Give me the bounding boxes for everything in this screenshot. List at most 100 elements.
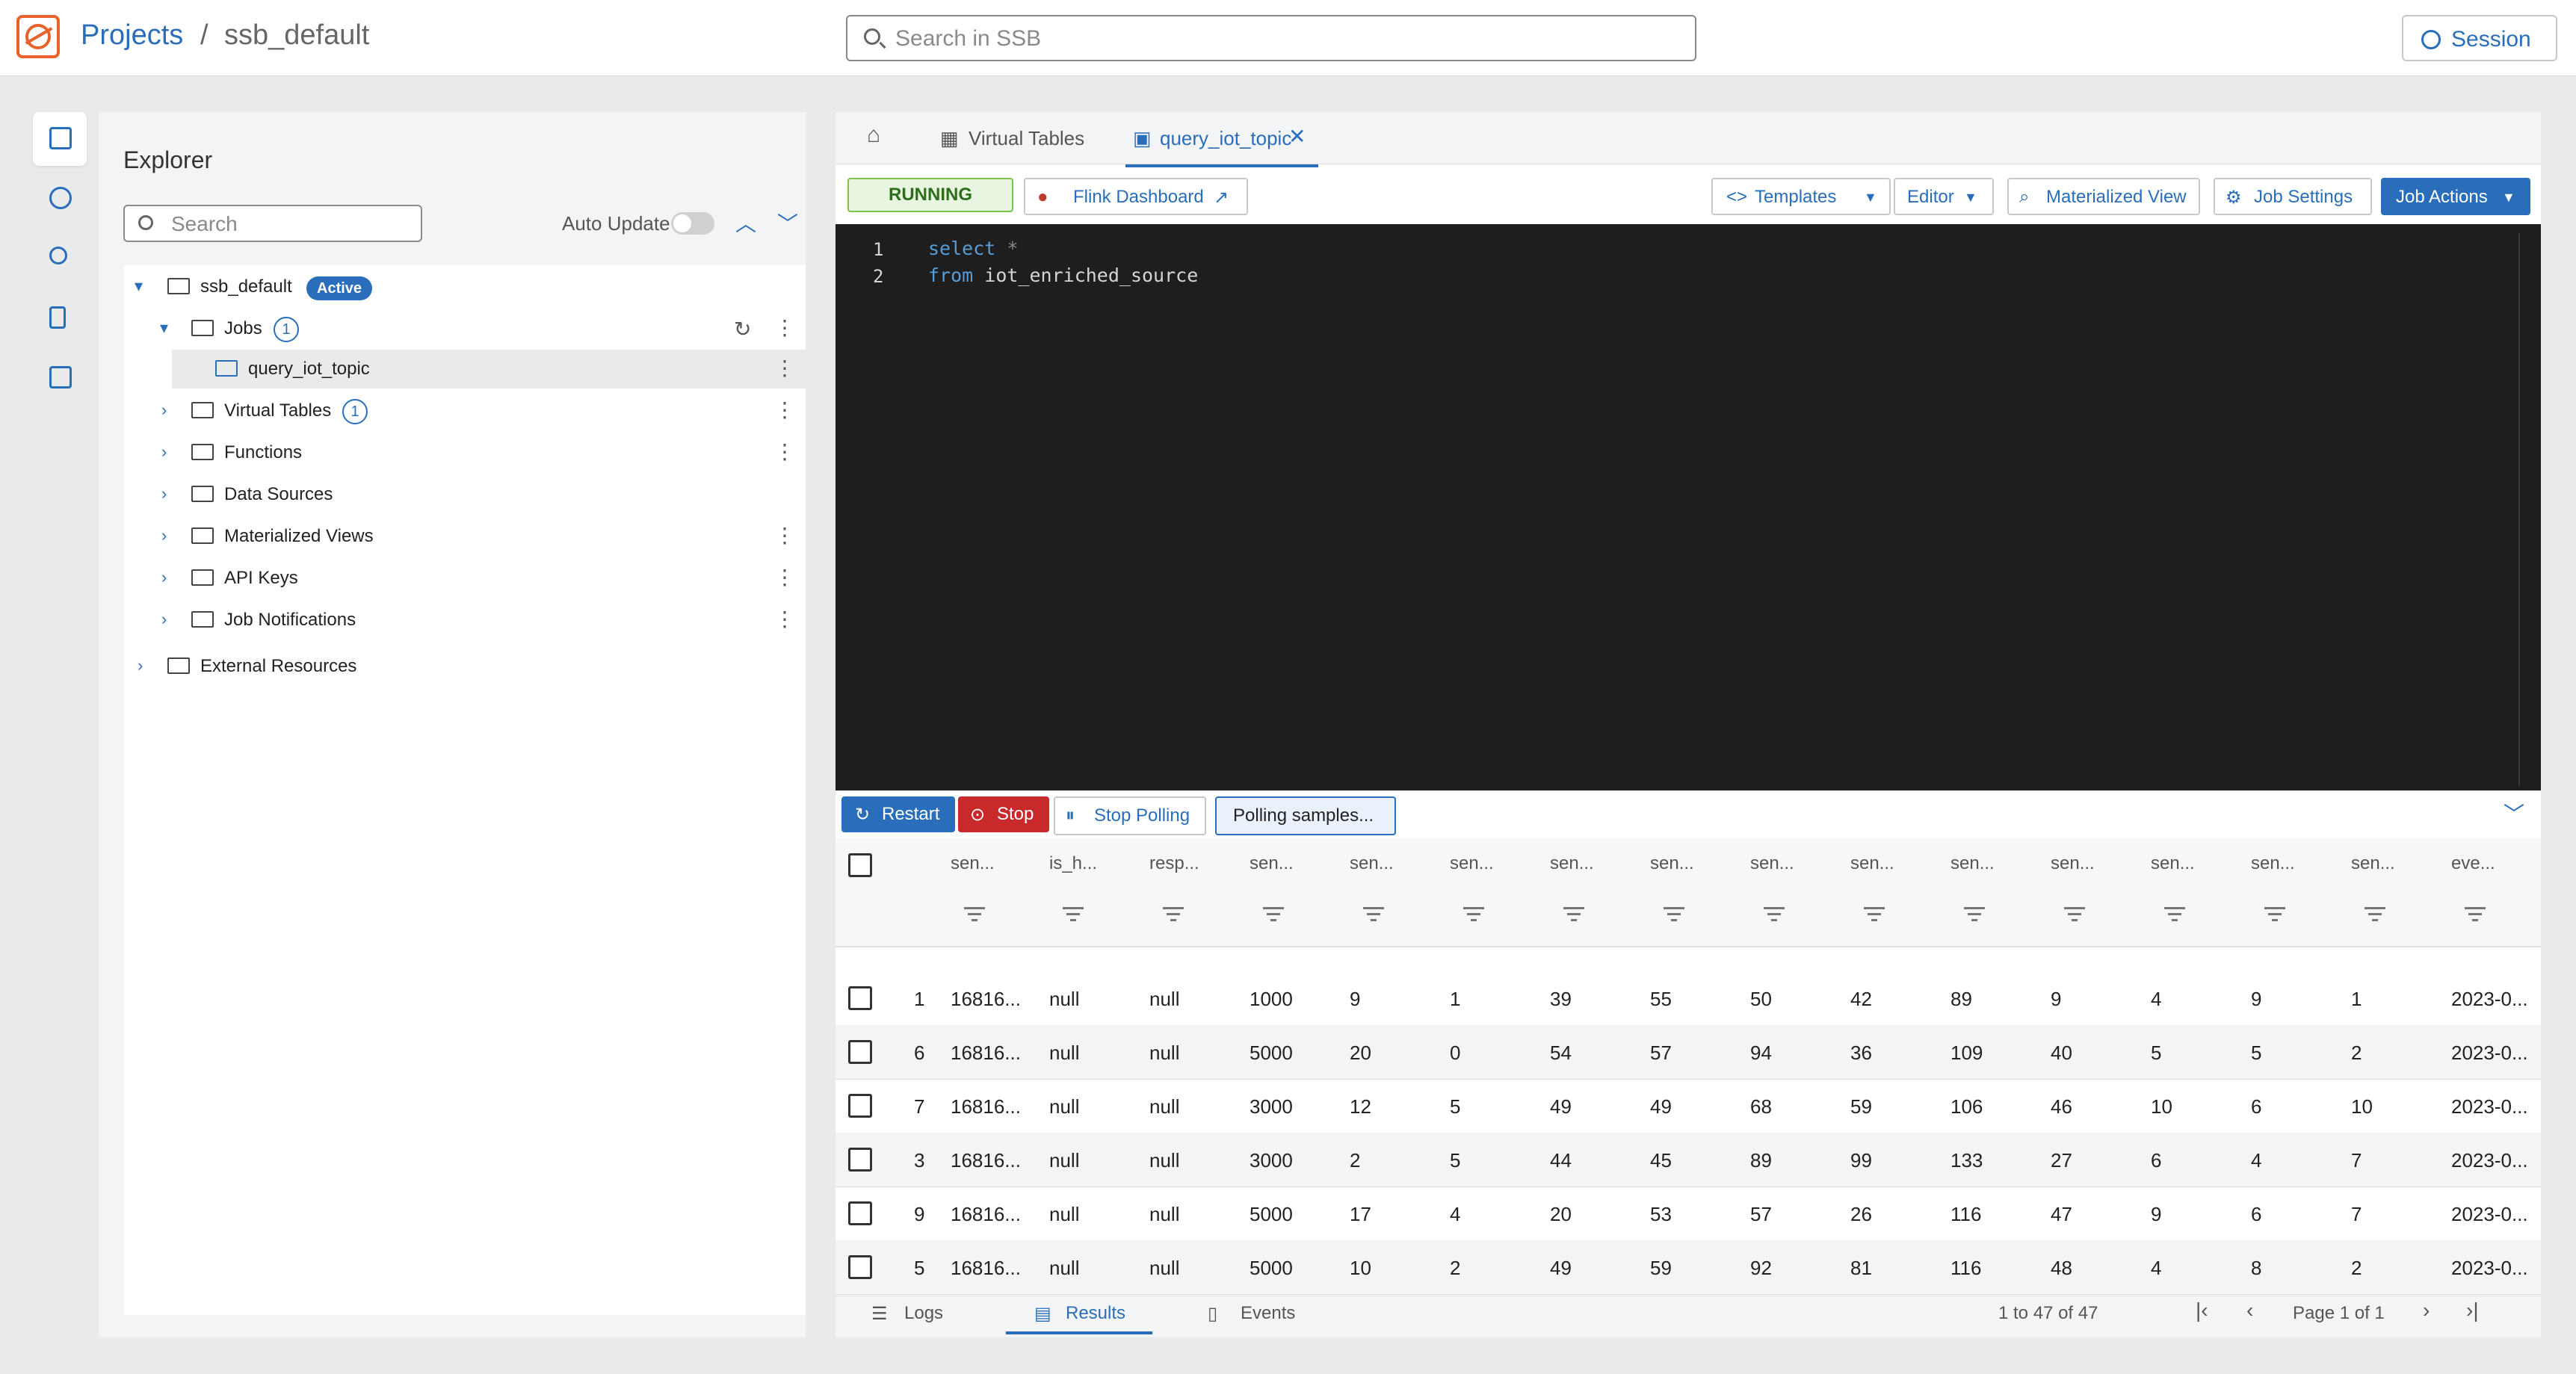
row-checkbox[interactable] bbox=[848, 1148, 872, 1172]
more-options-icon[interactable]: ⋮ bbox=[774, 523, 795, 548]
tree-item-job-notifications[interactable]: › Job Notifications ⋮ bbox=[124, 601, 806, 640]
more-options-icon[interactable]: ⋮ bbox=[774, 315, 795, 340]
column-header[interactable]: sen... bbox=[2051, 853, 2095, 874]
tree-item-jobs[interactable]: ▾ Jobs 1 ↻ ⋮ bbox=[124, 309, 806, 348]
next-page-icon[interactable]: › bbox=[2423, 1299, 2430, 1322]
column-header[interactable]: resp... bbox=[1149, 853, 1199, 874]
filter-icon[interactable] bbox=[964, 907, 985, 923]
tree-item-api-keys[interactable]: › API Keys ⋮ bbox=[124, 559, 806, 598]
explorer-search-input[interactable] bbox=[170, 211, 412, 238]
users-nav-button[interactable] bbox=[33, 232, 87, 285]
filter-icon[interactable] bbox=[1063, 907, 1084, 923]
tree-item-virtual-tables[interactable]: › Virtual Tables 1 ⋮ bbox=[124, 392, 806, 430]
auto-update-toggle[interactable] bbox=[671, 212, 714, 235]
filter-icon[interactable] bbox=[1163, 907, 1184, 923]
row-checkbox[interactable] bbox=[848, 1255, 872, 1279]
column-header[interactable]: sen... bbox=[1350, 853, 1394, 874]
explorer-search[interactable] bbox=[123, 205, 422, 242]
column-header[interactable]: sen... bbox=[1950, 853, 1995, 874]
column-header[interactable]: sen... bbox=[2351, 853, 2395, 874]
filter-icon[interactable] bbox=[2064, 907, 2085, 923]
tab-query-iot-topic[interactable]: ▣ query_iot_topic ✕ bbox=[1125, 112, 1318, 167]
chevron-right-icon[interactable]: › bbox=[161, 400, 167, 420]
templates-button[interactable]: <> Templates ▼ bbox=[1711, 178, 1891, 215]
job-actions-button[interactable]: Job Actions ▼ bbox=[2381, 178, 2530, 215]
filter-icon[interactable] bbox=[1964, 907, 1985, 923]
filter-icon[interactable] bbox=[1664, 907, 1684, 923]
restart-button[interactable]: ↻ Restart bbox=[841, 796, 955, 832]
flink-dashboard-button[interactable]: ● Flink Dashboard ↗ bbox=[1024, 178, 1248, 215]
row-checkbox[interactable] bbox=[848, 1040, 872, 1064]
chevron-up-icon[interactable]: ︿ bbox=[735, 208, 756, 238]
chevron-right-icon[interactable]: › bbox=[161, 442, 167, 462]
tab-events[interactable]: Events bbox=[1241, 1303, 1295, 1324]
filter-icon[interactable] bbox=[1864, 907, 1885, 923]
column-header[interactable]: sen... bbox=[2151, 853, 2195, 874]
stop-polling-button[interactable]: ⏸ Stop Polling bbox=[1054, 796, 1206, 835]
table-row[interactable] bbox=[835, 971, 2541, 1026]
tree-item-job[interactable]: query_iot_topic ⋮ bbox=[172, 350, 806, 389]
more-options-icon[interactable]: ⋮ bbox=[774, 397, 795, 422]
chevron-down-icon[interactable]: ﹀ bbox=[777, 208, 798, 238]
table-row[interactable] bbox=[835, 1079, 2541, 1133]
tab-home[interactable]: ⌂ bbox=[852, 112, 904, 164]
materialized-view-button[interactable]: ⌕ Materialized View bbox=[2007, 178, 2200, 215]
tree-item-functions[interactable]: › Functions ⋮ bbox=[124, 433, 806, 472]
column-header[interactable]: eve... bbox=[2451, 853, 2495, 874]
more-options-icon[interactable]: ⋮ bbox=[774, 439, 795, 464]
stop-button[interactable]: ⊙ Stop bbox=[958, 796, 1049, 832]
filter-icon[interactable] bbox=[2465, 907, 2486, 923]
session-button[interactable]: Session bbox=[2402, 15, 2557, 61]
global-search[interactable] bbox=[846, 15, 1696, 61]
tab-results[interactable]: Results bbox=[1066, 1303, 1125, 1324]
column-header[interactable]: sen... bbox=[1450, 853, 1494, 874]
filter-icon[interactable] bbox=[1764, 907, 1785, 923]
chevron-right-icon[interactable]: › bbox=[161, 568, 167, 587]
column-header[interactable]: sen... bbox=[1250, 853, 1294, 874]
column-header[interactable]: sen... bbox=[1750, 853, 1794, 874]
filter-icon[interactable] bbox=[2264, 907, 2285, 923]
breadcrumb-projects[interactable]: Projects bbox=[81, 19, 183, 52]
refresh-icon[interactable]: ↻ bbox=[734, 317, 751, 341]
tree-item-external-resources[interactable]: › External Resources bbox=[124, 647, 806, 686]
chevron-down-icon[interactable]: ▾ bbox=[160, 318, 168, 338]
row-checkbox[interactable] bbox=[848, 986, 872, 1010]
editor-scrollbar[interactable] bbox=[2518, 233, 2520, 786]
more-options-icon[interactable]: ⋮ bbox=[774, 607, 795, 631]
column-header[interactable]: sen... bbox=[1650, 853, 1694, 874]
filter-icon[interactable] bbox=[2164, 907, 2185, 923]
table-row[interactable] bbox=[835, 1186, 2541, 1241]
explorer-nav-button[interactable] bbox=[33, 112, 87, 166]
more-options-icon[interactable]: ⋮ bbox=[774, 356, 795, 380]
filter-icon[interactable] bbox=[2365, 907, 2385, 923]
tab-logs[interactable]: Logs bbox=[904, 1303, 943, 1324]
job-settings-button[interactable]: ⚙ Job Settings bbox=[2214, 178, 2372, 215]
column-header[interactable]: sen... bbox=[2251, 853, 2295, 874]
sql-editor[interactable] bbox=[835, 224, 2541, 790]
filter-icon[interactable] bbox=[1463, 907, 1484, 923]
filter-icon[interactable] bbox=[1263, 907, 1284, 923]
tab-virtual-tables[interactable]: ▦ Virtual Tables bbox=[927, 112, 1106, 164]
collapse-results-icon[interactable]: ﹀ bbox=[2504, 798, 2524, 828]
history-nav-button[interactable] bbox=[33, 172, 87, 226]
chevron-down-icon[interactable]: ▾ bbox=[135, 276, 143, 296]
tree-item-data-sources[interactable]: › Data Sources bbox=[124, 475, 806, 514]
chevron-right-icon[interactable]: › bbox=[138, 656, 143, 675]
hierarchy-nav-button[interactable] bbox=[33, 291, 87, 345]
editor-button[interactable]: Editor ▼ bbox=[1894, 178, 1994, 215]
table-row[interactable] bbox=[835, 1240, 2541, 1295]
row-checkbox[interactable] bbox=[848, 1094, 872, 1118]
filter-icon[interactable] bbox=[1363, 907, 1384, 923]
row-checkbox[interactable] bbox=[848, 1201, 872, 1225]
select-all-checkbox[interactable] bbox=[848, 853, 872, 877]
table-row[interactable] bbox=[835, 1133, 2541, 1187]
column-header[interactable]: sen... bbox=[1850, 853, 1894, 874]
chevron-right-icon[interactable]: › bbox=[161, 484, 167, 504]
last-page-icon[interactable]: ›| bbox=[2466, 1299, 2479, 1322]
catalog-nav-button[interactable] bbox=[33, 351, 87, 405]
filter-icon[interactable] bbox=[1563, 907, 1584, 923]
global-search-input[interactable] bbox=[894, 24, 1674, 54]
more-options-icon[interactable]: ⋮ bbox=[774, 565, 795, 589]
chevron-right-icon[interactable]: › bbox=[161, 526, 167, 545]
column-header[interactable]: is_h... bbox=[1049, 853, 1097, 874]
